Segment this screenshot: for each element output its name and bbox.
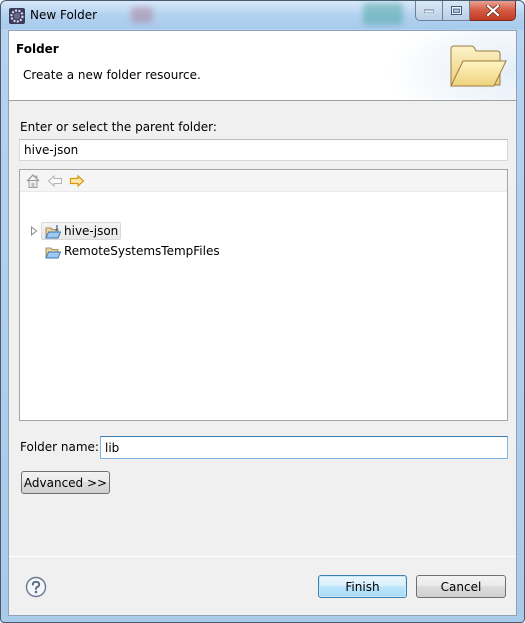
folder-tree[interactable]: hive-json RemoteSystemsTempFiles — [19, 169, 508, 421]
open-folder-icon — [450, 45, 507, 87]
tree-item-hive-json[interactable]: hive-json — [41, 222, 122, 240]
finish-button[interactable]: Finish — [318, 575, 407, 598]
tree-row[interactable]: RemoteSystemsTempFiles — [20, 241, 507, 261]
tree-item-label: RemoteSystemsTempFiles — [64, 244, 220, 258]
java-project-folder-icon — [45, 225, 61, 239]
close-button[interactable] — [470, 1, 516, 21]
minimize-icon — [424, 9, 434, 13]
tree-row[interactable]: hive-json — [20, 221, 507, 241]
close-icon — [485, 5, 500, 16]
parent-folder-input[interactable] — [19, 139, 508, 161]
new-folder-dialog: New Folder Folder Create a new folder re… — [0, 0, 525, 623]
expand-arrow-icon[interactable] — [30, 226, 38, 236]
parent-folder-label: Enter or select the parent folder: — [20, 120, 217, 134]
tree-toolbar — [20, 170, 507, 192]
project-folder-icon — [45, 247, 61, 259]
banner-title: Folder — [16, 42, 59, 56]
maximize-icon — [450, 6, 462, 15]
folder-name-input[interactable] — [100, 436, 508, 459]
home-icon[interactable] — [25, 173, 41, 189]
title-bar[interactable]: New Folder — [1, 1, 524, 29]
wizard-banner: Folder Create a new folder resource. — [9, 31, 516, 101]
dialog-client-area: Folder Create a new folder resource. Ent… — [8, 30, 517, 616]
cancel-button[interactable]: Cancel — [416, 575, 506, 598]
folder-name-label: Folder name: — [20, 440, 99, 454]
maximize-button[interactable] — [443, 1, 470, 21]
forward-arrow-icon[interactable] — [69, 173, 85, 189]
minimize-button[interactable] — [415, 1, 443, 21]
tree-item-label: hive-json — [64, 224, 119, 238]
window-title: New Folder — [30, 8, 98, 22]
window-controls — [415, 1, 516, 21]
eclipse-gear-icon — [9, 8, 25, 24]
banner-description: Create a new folder resource. — [23, 68, 201, 82]
back-arrow-icon[interactable] — [47, 173, 63, 189]
advanced-button[interactable]: Advanced >> — [21, 471, 110, 494]
button-bar-separator — [9, 556, 516, 557]
help-icon[interactable] — [25, 576, 47, 598]
tree-item-remote-systems-temp-files[interactable]: RemoteSystemsTempFiles — [41, 242, 223, 260]
